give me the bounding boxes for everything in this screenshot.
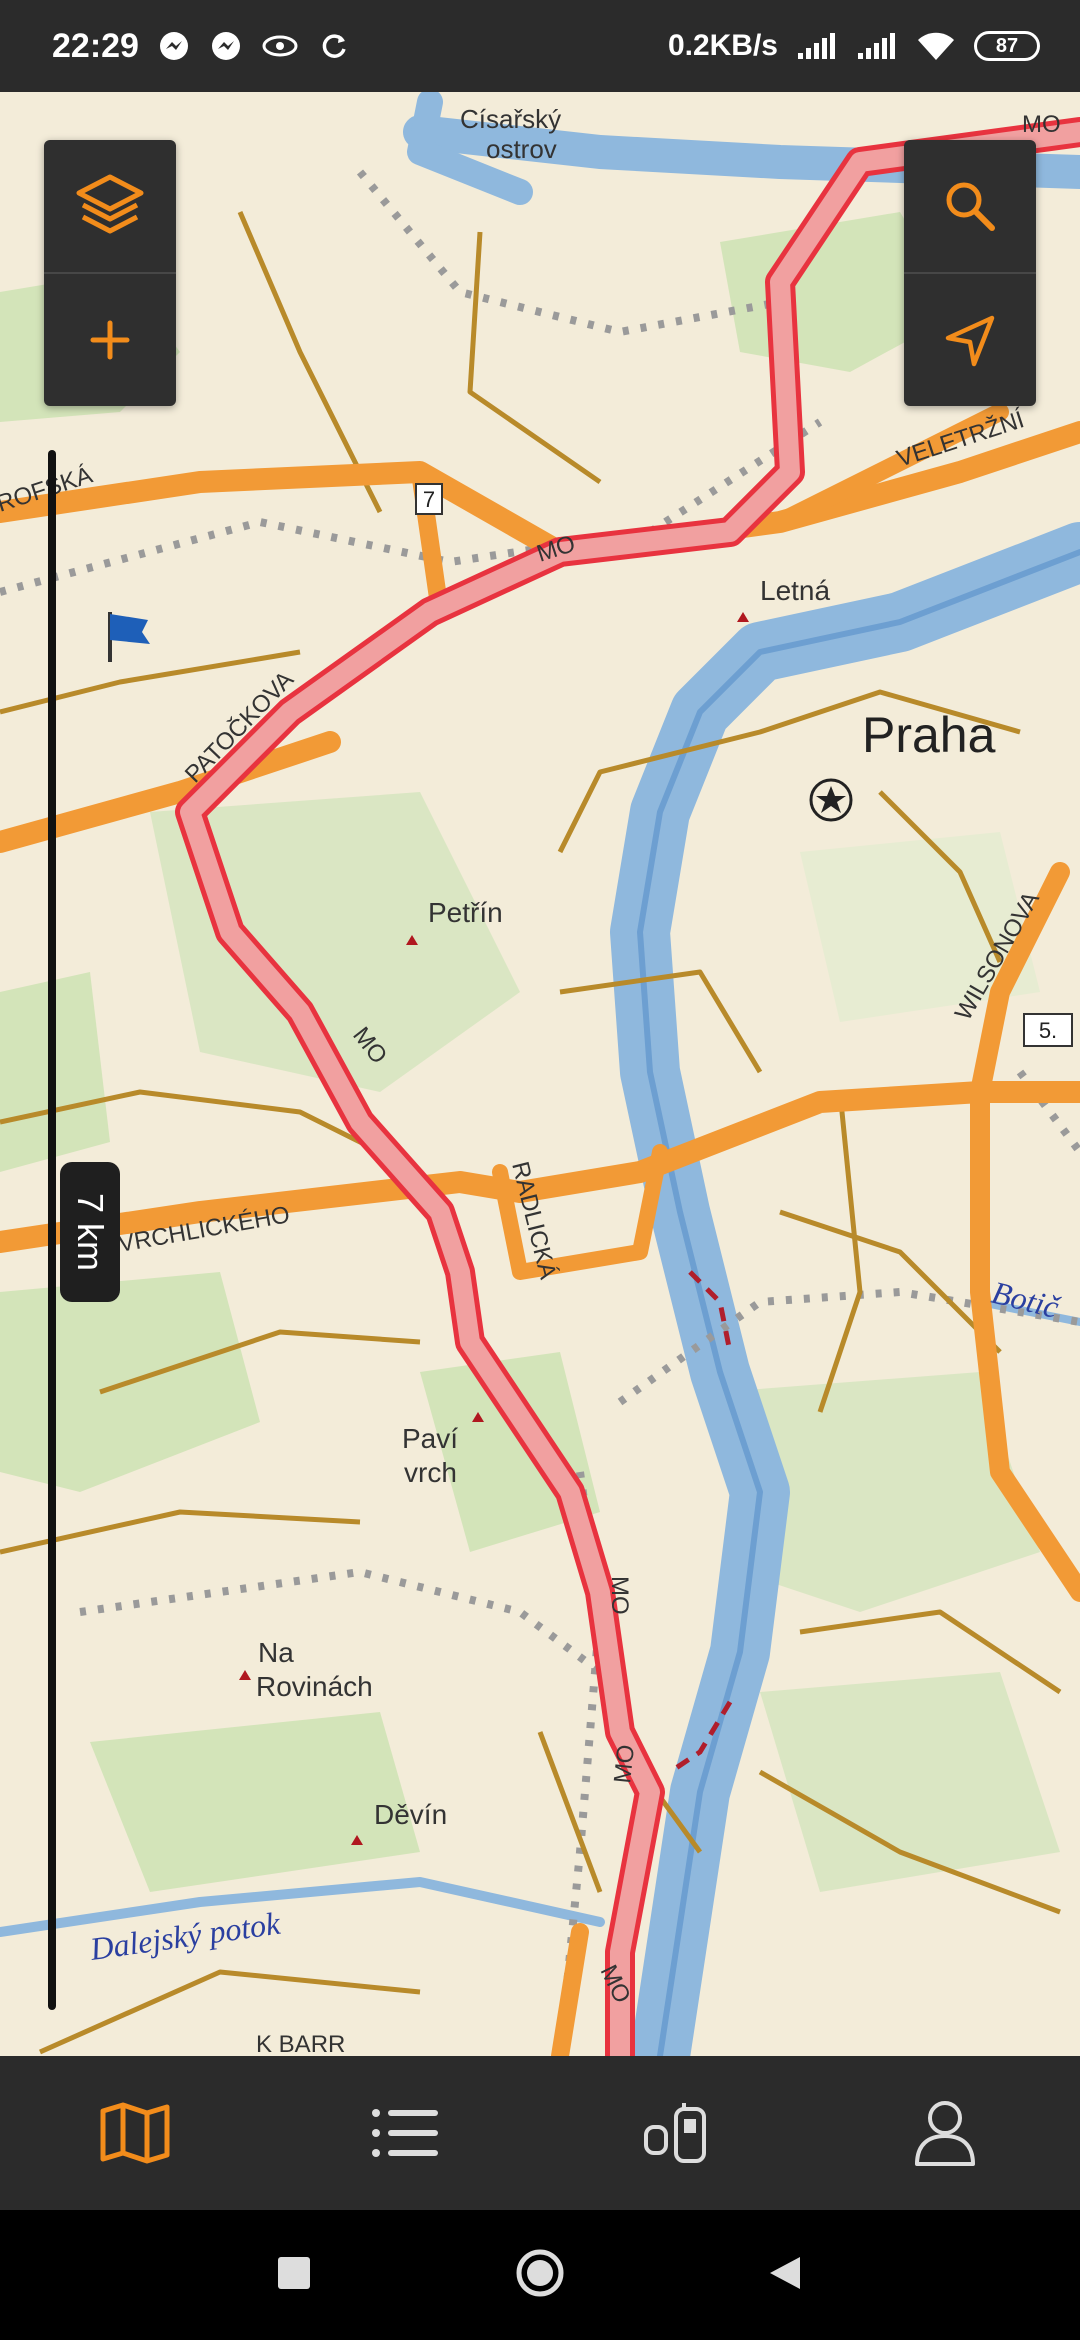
bottom-navigation bbox=[0, 2056, 1080, 2210]
signal-icon bbox=[856, 31, 898, 61]
search-button[interactable] bbox=[904, 140, 1036, 272]
place-label: ostrov bbox=[486, 134, 557, 164]
nav-list[interactable] bbox=[330, 2073, 480, 2193]
layers-button[interactable] bbox=[44, 140, 176, 272]
road-number: 7 bbox=[423, 487, 435, 512]
nav-profile[interactable] bbox=[870, 2073, 1020, 2193]
recents-icon bbox=[278, 2256, 310, 2289]
place-label: Paví bbox=[402, 1423, 458, 1454]
messenger-icon bbox=[157, 29, 191, 63]
layers-icon bbox=[76, 174, 144, 234]
back-button[interactable] bbox=[766, 2253, 806, 2298]
city-label: Praha bbox=[862, 707, 996, 763]
home-icon bbox=[516, 2249, 564, 2296]
devices-icon bbox=[644, 2103, 706, 2163]
place-label: vrch bbox=[404, 1457, 457, 1488]
place-label: Letná bbox=[760, 575, 830, 606]
map-controls-right bbox=[904, 140, 1036, 406]
eye-icon bbox=[261, 31, 299, 61]
map-controls-left bbox=[44, 140, 176, 406]
navigation-arrow-icon bbox=[945, 315, 995, 367]
profile-icon bbox=[915, 2101, 975, 2166]
place-label: Petřín bbox=[428, 897, 503, 928]
scale-bar bbox=[48, 450, 56, 2010]
road-shield-7: 7 bbox=[415, 483, 443, 515]
route-label: MO bbox=[606, 1576, 633, 1615]
system-navigation bbox=[0, 2210, 1080, 2340]
plus-icon bbox=[90, 320, 130, 360]
zoom-in-button[interactable] bbox=[44, 272, 176, 406]
status-right: 0.2KB/s 87 bbox=[668, 29, 1040, 63]
route-label: MO bbox=[1022, 111, 1061, 138]
scale-label: 7 km bbox=[70, 1192, 112, 1272]
place-label: Císařský bbox=[460, 104, 561, 134]
search-icon bbox=[946, 182, 995, 231]
status-time: 22:29 bbox=[52, 26, 139, 65]
back-icon bbox=[770, 2256, 800, 2289]
sync-icon bbox=[317, 29, 351, 63]
route-label: MO bbox=[609, 1743, 640, 1784]
place-label: Rovinách bbox=[256, 1671, 373, 1702]
home-button[interactable] bbox=[514, 2247, 566, 2304]
messenger-icon bbox=[209, 29, 243, 63]
street-label: K BARR bbox=[256, 2031, 345, 2056]
nav-map[interactable] bbox=[60, 2073, 210, 2193]
status-bar: 22:29 0.2KB/s 87 bbox=[0, 0, 1080, 92]
network-speed: 0.2KB/s bbox=[667, 29, 778, 62]
map-icon bbox=[100, 2102, 170, 2164]
status-left: 22:29 bbox=[52, 27, 351, 66]
place-label: Na bbox=[258, 1637, 294, 1668]
road-number: 5. bbox=[1039, 1018, 1057, 1043]
wifi-icon bbox=[916, 30, 956, 62]
road-shield-5: 5. bbox=[1023, 1013, 1073, 1047]
recents-button[interactable] bbox=[274, 2253, 314, 2298]
battery-indicator: 87 bbox=[974, 31, 1040, 61]
capital-star-icon bbox=[809, 778, 853, 822]
signal-icon bbox=[796, 31, 838, 61]
nav-devices[interactable] bbox=[600, 2073, 750, 2193]
list-icon bbox=[372, 2109, 438, 2157]
scale-badge: 7 km bbox=[60, 1162, 120, 1302]
locate-button[interactable] bbox=[904, 272, 1036, 406]
place-label: Děvín bbox=[374, 1799, 447, 1830]
